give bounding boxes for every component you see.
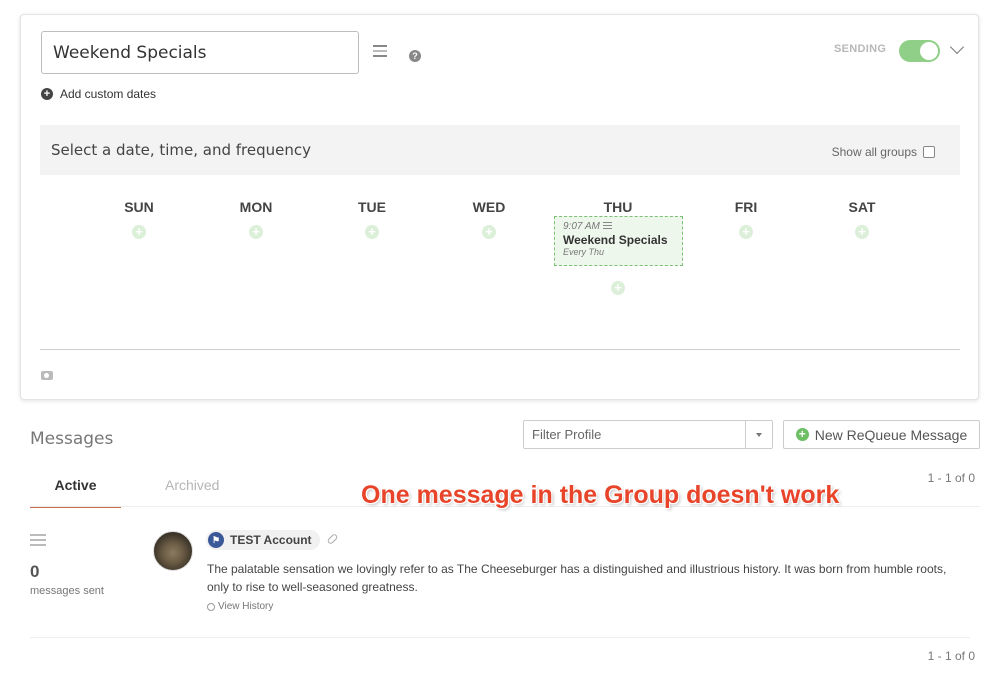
tab-active[interactable]: Active [30, 477, 121, 508]
list-divider [30, 637, 970, 638]
add-custom-dates-label: Add custom dates [60, 87, 157, 101]
day-label: SUN [124, 199, 154, 215]
view-history-link[interactable]: View History [207, 601, 273, 612]
add-slot-button[interactable]: + [365, 225, 379, 239]
show-all-groups-toggle[interactable]: Show all groups [832, 145, 935, 159]
event-time-row: 9:07 AM [563, 221, 674, 232]
help-icon[interactable]: ? [409, 50, 421, 62]
pagination-count: 1 - 1 of 0 [927, 471, 975, 485]
toggle-knob [920, 42, 938, 60]
show-all-groups-label: Show all groups [831, 145, 917, 159]
messages-sent-count: 0 [30, 562, 40, 581]
day-column-sat: SAT + [812, 199, 912, 239]
link-icon[interactable] [326, 532, 339, 546]
camera-icon[interactable] [41, 371, 53, 380]
day-column-mon: MON + [206, 199, 306, 239]
add-slot-button[interactable]: + [739, 225, 753, 239]
day-column-fri: FRI + [696, 199, 796, 239]
list-icon [602, 222, 612, 231]
add-slot-button[interactable]: + [249, 225, 263, 239]
day-column-tue: TUE + [322, 199, 422, 239]
add-slot-button[interactable]: + [482, 225, 496, 239]
add-custom-dates-link[interactable]: + Add custom dates [41, 87, 156, 101]
tab-archived[interactable]: Archived [165, 477, 219, 493]
account-badge: ⚑ TEST Account [206, 530, 320, 550]
avatar [153, 531, 193, 571]
frequency-title: Select a date, time, and frequency [51, 141, 312, 159]
list-icon[interactable] [373, 45, 387, 61]
day-label: TUE [358, 199, 386, 215]
group-name-input[interactable] [41, 31, 359, 74]
account-name: TEST Account [230, 533, 312, 547]
list-icon [30, 534, 46, 549]
group-card: ? + Add custom dates SENDING Select a da… [20, 14, 979, 400]
annotation-callout: One message in the Group doesn't work [361, 481, 840, 509]
add-slot-button[interactable]: + [855, 225, 869, 239]
scheduled-event[interactable]: 9:07 AM Weekend Specials Every Thu [554, 216, 683, 266]
sending-status-label: SENDING [834, 43, 887, 55]
dropdown-arrow-icon[interactable] [745, 421, 772, 448]
messages-title: Messages [30, 429, 114, 449]
plus-circle-icon: + [795, 428, 809, 441]
day-label: MON [239, 199, 273, 215]
add-slot-button[interactable]: + [132, 225, 146, 239]
plus-circle-icon: + [41, 88, 53, 100]
show-all-groups-checkbox[interactable] [923, 146, 935, 158]
event-time: 9:07 AM [563, 221, 600, 232]
day-column-sun: SUN + [89, 199, 189, 239]
add-slot-button[interactable]: + [611, 281, 625, 295]
chevron-down-icon[interactable] [949, 39, 965, 55]
new-requeue-message-button[interactable]: + New ReQueue Message [783, 420, 980, 449]
day-label: FRI [734, 199, 758, 215]
sending-toggle[interactable] [899, 40, 940, 62]
new-requeue-message-label: New ReQueue Message [814, 426, 968, 443]
facebook-flag-icon: ⚑ [208, 532, 224, 548]
event-frequency: Every Thu [563, 247, 605, 257]
view-history-label: View History [218, 601, 274, 612]
messages-sent-label: messages sent [30, 585, 104, 597]
history-icon [207, 602, 215, 611]
divider [40, 349, 960, 350]
day-column-thu: THU [568, 199, 668, 215]
filter-profile-select[interactable]: Filter Profile [523, 420, 773, 449]
message-text: The palatable sensation we lovingly refe… [207, 562, 947, 594]
filter-profile-placeholder: Filter Profile [532, 427, 602, 442]
day-label: SAT [848, 199, 876, 215]
day-column-wed: WED + [439, 199, 539, 239]
day-label: WED [472, 199, 506, 215]
frequency-header: Select a date, time, and frequency Show … [40, 125, 960, 175]
day-label: THU [603, 199, 633, 215]
event-name: Weekend Specials [563, 233, 668, 247]
pagination-count-bottom: 1 - 1 of 0 [927, 649, 975, 663]
